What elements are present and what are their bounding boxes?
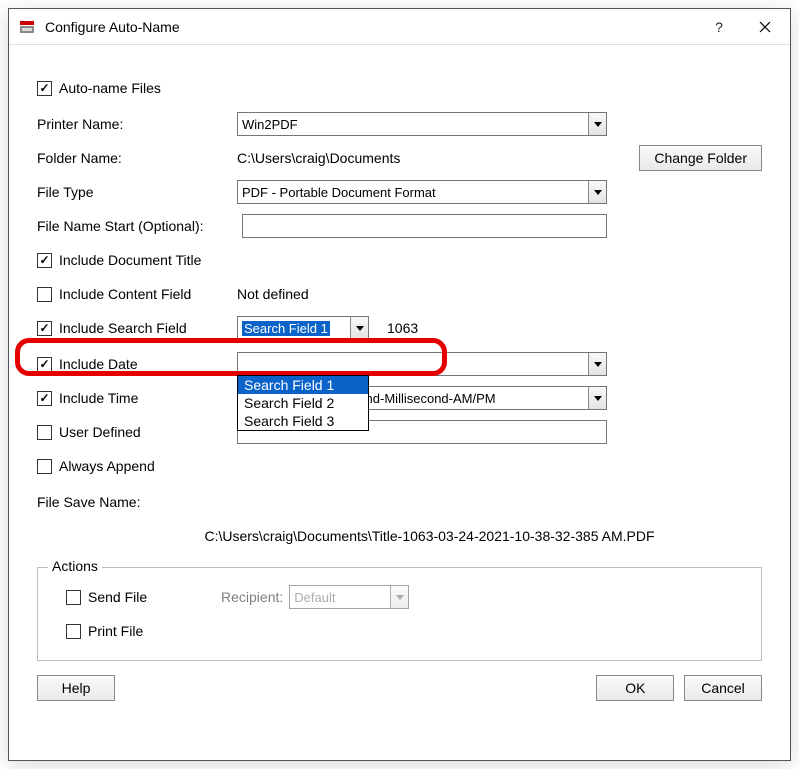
file-save-name-value: C:\Users\craig\Documents\Title-1063-03-2… — [204, 528, 654, 544]
recipient-value: Default — [290, 586, 390, 608]
dialog-window: Configure Auto-Name ? Auto-name Files Pr… — [8, 8, 791, 761]
send-file-checkbox[interactable] — [66, 590, 81, 605]
dropdown-option[interactable]: Search Field 3 — [238, 412, 368, 430]
auto-name-label: Auto-name Files — [59, 80, 161, 96]
search-field-extra: 1063 — [387, 320, 418, 336]
include-doc-title-label: Include Document Title — [59, 252, 201, 268]
close-button[interactable] — [742, 11, 788, 43]
file-type-dropdown[interactable]: PDF - Portable Document Format — [237, 180, 607, 204]
date-format-dropdown[interactable] — [237, 352, 607, 376]
include-search-field-checkbox[interactable] — [37, 321, 52, 336]
folder-name-value: C:\Users\craig\Documents — [237, 150, 607, 166]
file-save-name-label: File Save Name: — [37, 494, 140, 510]
include-content-field-checkbox[interactable] — [37, 287, 52, 302]
ok-button[interactable]: OK — [596, 675, 674, 701]
printer-name-label: Printer Name: — [37, 116, 237, 132]
chevron-down-icon[interactable] — [588, 181, 606, 203]
content-field-status: Not defined — [237, 286, 309, 302]
printer-name-dropdown[interactable]: Win2PDF — [237, 112, 607, 136]
actions-group: Actions Send File Recipient: Default Pri… — [37, 567, 762, 661]
include-date-checkbox[interactable] — [37, 357, 52, 372]
always-append-checkbox[interactable] — [37, 459, 52, 474]
include-doc-title-checkbox[interactable] — [37, 253, 52, 268]
printer-name-value: Win2PDF — [238, 113, 588, 135]
chevron-down-icon — [390, 586, 408, 608]
change-folder-button[interactable]: Change Folder — [639, 145, 762, 171]
include-time-checkbox[interactable] — [37, 391, 52, 406]
print-file-checkbox[interactable] — [66, 624, 81, 639]
dropdown-option[interactable]: Search Field 2 — [238, 394, 368, 412]
user-defined-label: User Defined — [59, 424, 141, 440]
recipient-dropdown: Default — [289, 585, 409, 609]
search-field-dropdown[interactable]: Search Field 1 — [237, 316, 369, 340]
chevron-down-icon[interactable] — [350, 317, 368, 339]
file-type-value: PDF - Portable Document Format — [238, 181, 588, 203]
auto-name-checkbox[interactable] — [37, 81, 52, 96]
actions-title: Actions — [48, 558, 102, 574]
chevron-down-icon[interactable] — [588, 387, 606, 409]
always-append-label: Always Append — [59, 458, 155, 474]
search-field-dropdown-popup[interactable]: Search Field 1 Search Field 2 Search Fie… — [237, 375, 369, 431]
titlebar: Configure Auto-Name ? — [9, 9, 790, 45]
include-date-label: Include Date — [59, 356, 138, 372]
print-file-label: Print File — [88, 623, 143, 639]
dialog-title: Configure Auto-Name — [45, 19, 696, 35]
app-icon — [17, 17, 37, 37]
folder-name-label: Folder Name: — [37, 150, 237, 166]
chevron-down-icon[interactable] — [588, 353, 606, 375]
file-name-start-label: File Name Start (Optional): — [37, 218, 242, 234]
search-field-selected: Search Field 1 — [238, 317, 350, 339]
file-name-start-input[interactable] — [242, 214, 607, 238]
date-format-value — [238, 353, 588, 375]
help-button-bottom[interactable]: Help — [37, 675, 115, 701]
user-defined-checkbox[interactable] — [37, 425, 52, 440]
file-type-label: File Type — [37, 184, 237, 200]
help-button[interactable]: ? — [696, 11, 742, 43]
include-content-field-label: Include Content Field — [59, 286, 191, 302]
chevron-down-icon[interactable] — [588, 113, 606, 135]
dropdown-option[interactable]: Search Field 1 — [238, 376, 368, 394]
include-time-label: Include Time — [59, 390, 138, 406]
recipient-label: Recipient: — [221, 589, 283, 605]
cancel-button[interactable]: Cancel — [684, 675, 762, 701]
send-file-label: Send File — [88, 589, 147, 605]
dialog-body: Auto-name Files Printer Name: Win2PDF Fo… — [9, 45, 790, 760]
include-search-field-label: Include Search Field — [59, 320, 187, 336]
